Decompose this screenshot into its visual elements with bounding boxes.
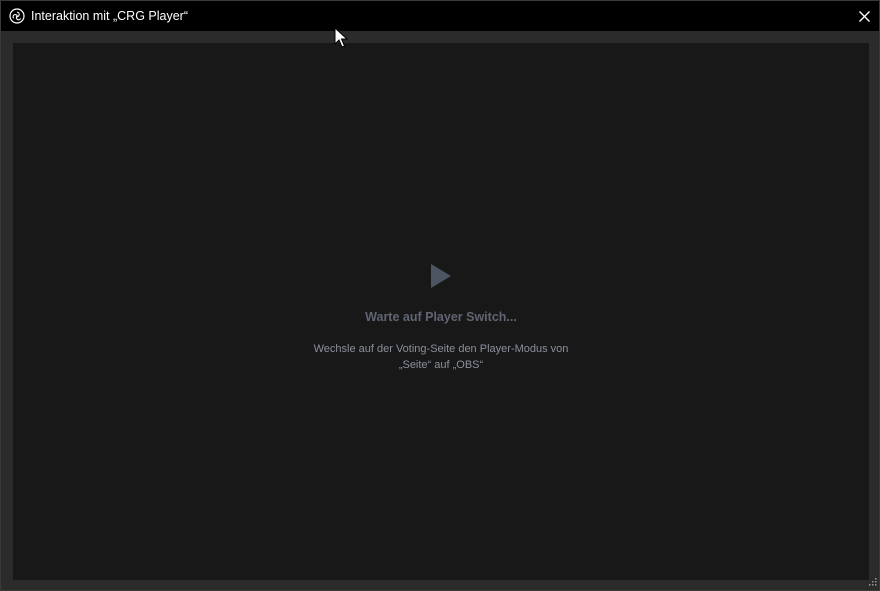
window-title: Interaktion mit „CRG Player“	[31, 9, 188, 23]
obs-logo-icon	[9, 8, 25, 24]
play-icon	[431, 264, 451, 288]
title-bar[interactable]: Interaktion mit „CRG Player“	[1, 1, 879, 31]
status-title: Warte auf Player Switch...	[365, 310, 517, 324]
status-hint: Wechsle auf der Voting-Seite den Player-…	[311, 341, 571, 373]
interaction-window: Interaktion mit „CRG Player“ Warte auf P…	[0, 0, 880, 591]
waiting-panel: Warte auf Player Switch... Wechsle auf d…	[13, 263, 869, 373]
status-hint-line-1: Wechsle auf der Voting-Seite den Player-…	[313, 343, 569, 355]
resize-grip-icon[interactable]	[867, 578, 877, 588]
status-hint-line-2: „Seite“ auf „OBS“	[398, 359, 484, 371]
close-icon	[858, 10, 870, 22]
browser-content-area[interactable]: Warte auf Player Switch... Wechsle auf d…	[13, 43, 869, 580]
mouse-cursor-icon	[334, 27, 348, 48]
close-button[interactable]	[849, 1, 879, 31]
